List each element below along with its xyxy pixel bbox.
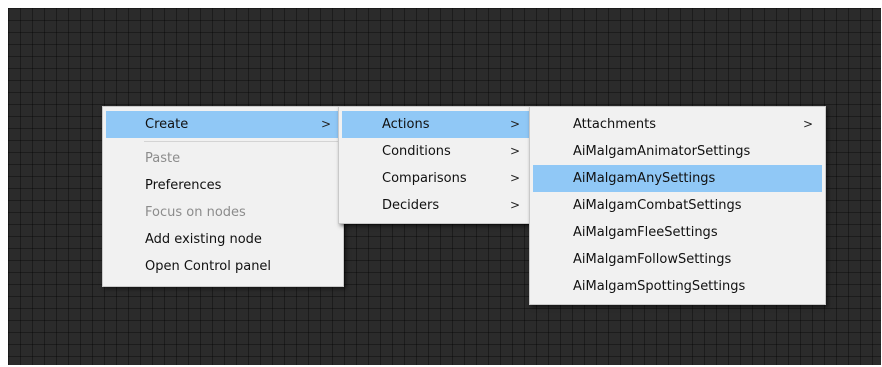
menu-item-ai-malgam-spotting-settings[interactable]: AiMalgamSpottingSettings	[533, 273, 822, 300]
chevron-right-icon: >	[509, 198, 520, 212]
menu-item-label: Actions	[382, 117, 430, 132]
menu-item-ai-malgam-flee-settings[interactable]: AiMalgamFleeSettings	[533, 219, 822, 246]
menu-separator	[144, 141, 338, 142]
menu-item-label: Preferences	[145, 178, 222, 193]
create-submenu: Actions > Conditions > Comparisons > Dec…	[338, 106, 533, 224]
menu-item-label: Focus on nodes	[145, 205, 246, 220]
menu-item-ai-malgam-animator-settings[interactable]: AiMalgamAnimatorSettings	[533, 138, 822, 165]
menu-item-label: Add existing node	[145, 232, 262, 247]
chevron-right-icon: >	[320, 117, 331, 131]
node-graph-canvas[interactable]: Create > Paste Preferences Focus on node…	[8, 8, 881, 365]
menu-item-conditions[interactable]: Conditions >	[342, 138, 529, 165]
menu-item-label: AiMalgamFleeSettings	[573, 225, 718, 240]
menu-item-add-existing-node[interactable]: Add existing node	[106, 226, 340, 253]
menu-item-create[interactable]: Create >	[106, 111, 340, 138]
menu-item-label: Create	[145, 117, 189, 132]
actions-submenu: Attachments > AiMalgamAnimatorSettings A…	[529, 106, 826, 305]
menu-item-label: Open Control panel	[145, 259, 272, 274]
menu-item-paste: Paste	[106, 145, 340, 172]
menu-item-label: AiMalgamAnySettings	[573, 171, 716, 186]
menu-item-actions[interactable]: Actions >	[342, 111, 529, 138]
menu-item-deciders[interactable]: Deciders >	[342, 192, 529, 219]
menu-item-label: AiMalgamFollowSettings	[573, 252, 732, 267]
chevron-right-icon: >	[509, 171, 520, 185]
menu-item-label: Deciders	[382, 198, 440, 213]
menu-item-ai-malgam-follow-settings[interactable]: AiMalgamFollowSettings	[533, 246, 822, 273]
context-menu: Create > Paste Preferences Focus on node…	[102, 106, 344, 287]
menu-item-label: Conditions	[382, 144, 451, 159]
menu-item-label: AiMalgamCombatSettings	[573, 198, 742, 213]
menu-item-preferences[interactable]: Preferences	[106, 172, 340, 199]
chevron-right-icon: >	[509, 144, 520, 158]
menu-item-label: Attachments	[573, 117, 656, 132]
menu-item-label: Comparisons	[382, 171, 467, 186]
menu-item-comparisons[interactable]: Comparisons >	[342, 165, 529, 192]
menu-item-attachments[interactable]: Attachments >	[533, 111, 822, 138]
menu-item-label: AiMalgamSpottingSettings	[573, 279, 746, 294]
menu-item-ai-malgam-any-settings[interactable]: AiMalgamAnySettings	[533, 165, 822, 192]
chevron-right-icon: >	[509, 117, 520, 131]
chevron-right-icon: >	[802, 117, 813, 131]
menu-item-focus-on-nodes: Focus on nodes	[106, 199, 340, 226]
menu-item-label: Paste	[145, 151, 181, 166]
menu-item-label: AiMalgamAnimatorSettings	[573, 144, 751, 159]
menu-item-open-control-panel[interactable]: Open Control panel	[106, 253, 340, 280]
menu-item-ai-malgam-combat-settings[interactable]: AiMalgamCombatSettings	[533, 192, 822, 219]
